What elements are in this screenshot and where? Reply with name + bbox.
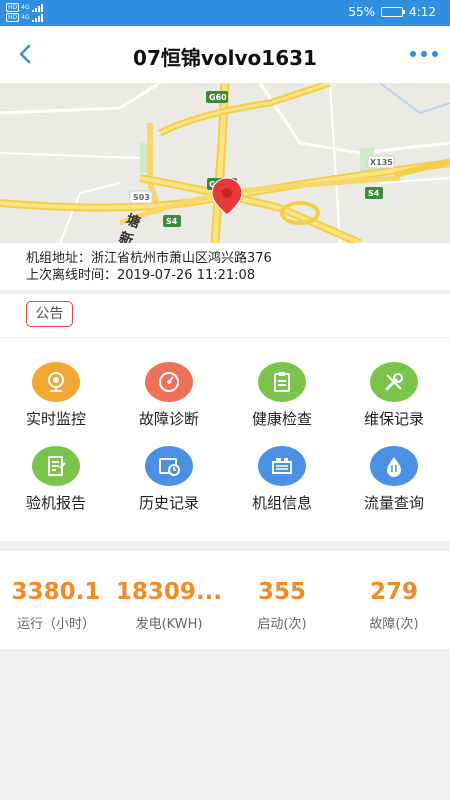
stat-value: 18309... bbox=[115, 579, 223, 605]
menu-maintenance-record[interactable]: 维保记录 bbox=[338, 362, 450, 442]
address-value: 浙江省杭州市萧山区鸿兴路376 bbox=[91, 251, 272, 266]
battery-percent: 55% bbox=[348, 5, 376, 19]
history-icon bbox=[145, 446, 193, 486]
stat-label: 启动(次) bbox=[257, 617, 307, 632]
menu-inspection-report[interactable]: 验机报告 bbox=[0, 446, 112, 526]
menu-history-record[interactable]: 历史记录 bbox=[113, 446, 225, 526]
unit-info: 机组地址：浙江省杭州市萧山区鸿兴路376 上次离线时间：2019-07-26 1… bbox=[0, 243, 450, 290]
map-road-label: S4 bbox=[368, 189, 380, 198]
menu-data-flow[interactable]: 流量查询 bbox=[338, 446, 450, 526]
stat-value: 355 bbox=[257, 579, 306, 605]
battery-icon bbox=[381, 7, 406, 17]
signal-icon bbox=[31, 13, 43, 22]
notice-bar: 公告 bbox=[0, 294, 450, 337]
machine-icon bbox=[258, 446, 306, 486]
network-type: 4G bbox=[21, 14, 30, 21]
menu-fault-diagnosis[interactable]: 故障诊断 bbox=[113, 362, 225, 442]
offline-time-row: 上次离线时间：2019-07-26 11:21:08 bbox=[26, 267, 450, 284]
report-icon bbox=[32, 446, 80, 486]
network-type: 4G bbox=[21, 4, 30, 11]
stat-runtime[interactable]: 3380.1 运行（小时） bbox=[0, 579, 112, 632]
menu-health-check[interactable]: 健康检查 bbox=[226, 362, 338, 442]
address-row: 机组地址：浙江省杭州市萧山区鸿兴路376 bbox=[26, 250, 450, 267]
address-label: 机组地址： bbox=[26, 251, 92, 266]
map-road-label: G60 bbox=[209, 93, 227, 102]
nav-bar: 07恒锦volvo1631 bbox=[0, 26, 450, 83]
stat-label: 发电(KWH) bbox=[135, 617, 203, 632]
status-bar: HD 4G HD 4G 55% 4:12 bbox=[0, 0, 450, 26]
menu-label: 维保记录 bbox=[363, 410, 424, 428]
menu-label: 流量查询 bbox=[363, 494, 424, 512]
stat-power-generation[interactable]: 18309... 发电(KWH) bbox=[113, 579, 225, 632]
map-road-label: S03 bbox=[133, 193, 150, 202]
stat-value: 3380.1 bbox=[11, 579, 101, 605]
map-road-label: X135 bbox=[370, 158, 393, 167]
clock: 4:12 bbox=[409, 5, 436, 19]
menu-realtime-monitor[interactable]: 实时监控 bbox=[0, 362, 112, 442]
menu-label: 机组信息 bbox=[251, 494, 312, 512]
offline-time-label: 上次离线时间： bbox=[26, 268, 118, 283]
more-dots-icon[interactable] bbox=[408, 48, 440, 60]
signal-indicators: HD 4G HD 4G bbox=[6, 3, 43, 22]
wrench-icon bbox=[370, 362, 418, 402]
menu-label: 故障诊断 bbox=[138, 410, 199, 428]
stat-value: 279 bbox=[369, 579, 418, 605]
function-grid: 实时监控 故障诊断 健康检查 维保记录 验机报告 历史记录 机组信息 流量查询 bbox=[0, 338, 450, 541]
clipboard-icon bbox=[258, 362, 306, 402]
stats-panel: 3380.1 运行（小时） 18309... 发电(KWH) 355 启动(次)… bbox=[0, 551, 450, 649]
map-canvas: G60 G2501 S03 S4 S4 X135 塘 新 bbox=[0, 83, 450, 243]
offline-time-value: 2019-07-26 11:21:08 bbox=[117, 268, 256, 283]
camera-icon bbox=[32, 362, 80, 402]
map-road-label: S4 bbox=[166, 217, 178, 226]
page-title: 07恒锦volvo1631 bbox=[133, 46, 317, 70]
notice-button[interactable]: 公告 bbox=[26, 301, 73, 327]
stat-label: 故障(次) bbox=[369, 617, 419, 632]
gauge-icon bbox=[145, 362, 193, 402]
menu-label: 历史记录 bbox=[138, 494, 199, 512]
data-flow-icon bbox=[370, 446, 418, 486]
stat-starts[interactable]: 355 启动(次) bbox=[226, 579, 338, 632]
menu-label: 验机报告 bbox=[25, 494, 86, 512]
stat-faults[interactable]: 279 故障(次) bbox=[338, 579, 450, 632]
menu-label: 健康检查 bbox=[251, 410, 312, 428]
signal-icon bbox=[31, 3, 43, 12]
menu-label: 实时监控 bbox=[25, 410, 86, 428]
map-view[interactable]: G60 G2501 S03 S4 S4 X135 塘 新 bbox=[0, 83, 450, 243]
menu-unit-info[interactable]: 机组信息 bbox=[226, 446, 338, 526]
hd-badge: HD bbox=[6, 3, 20, 12]
hd-badge: HD bbox=[6, 13, 20, 22]
stat-label: 运行（小时） bbox=[16, 617, 95, 632]
